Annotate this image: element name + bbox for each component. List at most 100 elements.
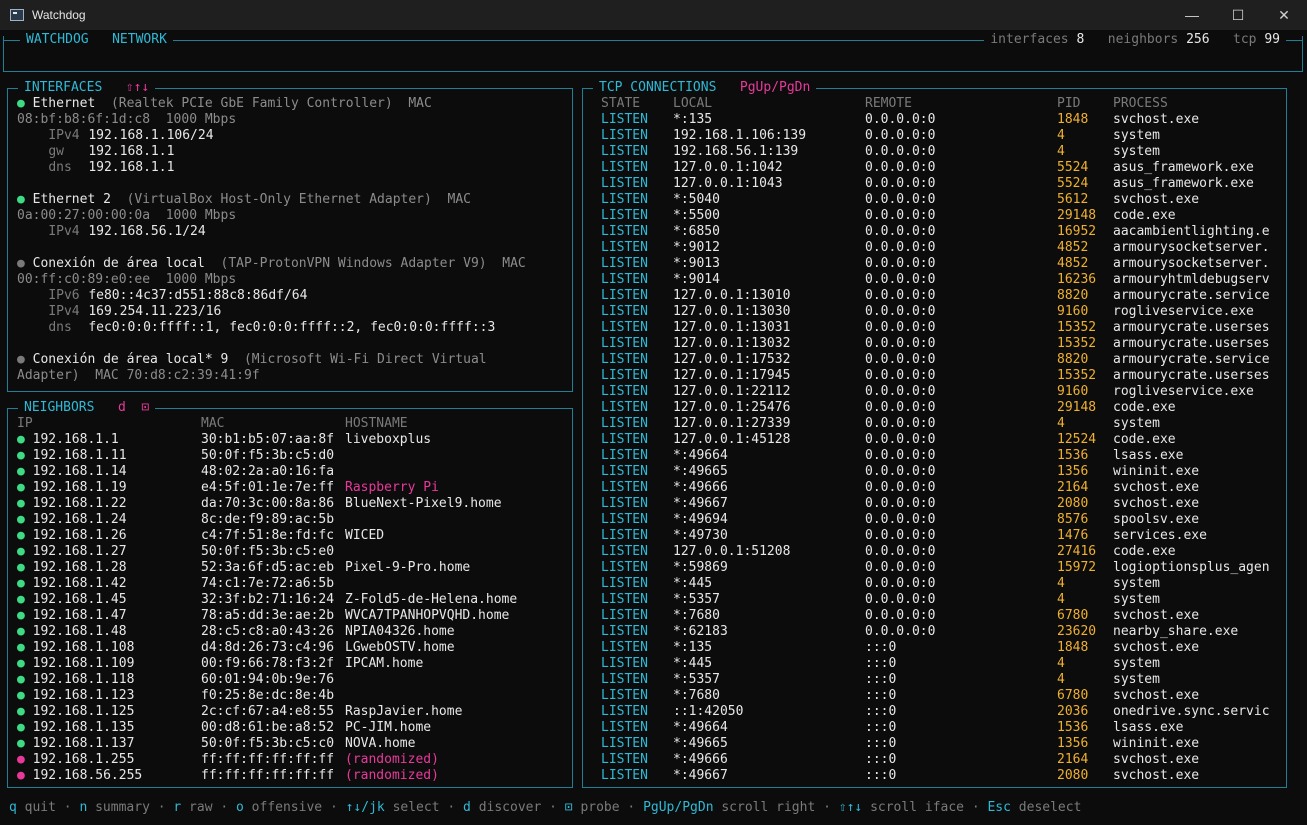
neighbor-row[interactable]: ● 192.168.1.42 74:c1:7e:72:a6:5b bbox=[17, 576, 568, 592]
tcp-row[interactable]: LISTEN *:49667:::0 2080 svchost.exe bbox=[601, 768, 1282, 784]
neighbor-row[interactable]: ● 192.168.1.47 78:a5:dd:3e:ae:2b WVCA7TPAN… bbox=[17, 608, 568, 624]
tcp-row[interactable]: LISTEN *:9012 0.0.0.0:0 4852 armourysocketse… bbox=[601, 240, 1282, 256]
tcp-process: svchost.exe bbox=[1113, 688, 1200, 703]
tcp-process: armourycrate.userses bbox=[1113, 336, 1270, 351]
neighbor-row[interactable]: ● 192.168.1.14 48:02:2a:a0:16:fa bbox=[17, 464, 568, 480]
tcp-row[interactable]: LISTEN *:7680 0.0.0.0:0 6780 svchost.exe bbox=[601, 608, 1282, 624]
tcp-row[interactable]: LISTEN 192.168.1.106:139 0.0.0.0:0 4 system bbox=[601, 128, 1282, 144]
tcp-row[interactable]: LISTEN *:49667 0.0.0.0:0 2080 svchost.exe bbox=[601, 496, 1282, 512]
minimize-button[interactable]: — bbox=[1169, 0, 1215, 30]
interfaces-panel[interactable]: INTERFACES ⇧↑↓ ● Ethernet (Realtek PCIe … bbox=[7, 80, 573, 392]
footer-key[interactable]: q bbox=[9, 800, 17, 815]
footer-key[interactable]: PgUp/PgDn bbox=[643, 800, 713, 815]
neighbor-hostname: Raspberry Pi bbox=[345, 480, 439, 495]
tcp-row[interactable]: LISTEN *:62183 0.0.0.0:0 23620 nearby_share.… bbox=[601, 624, 1282, 640]
footer-key[interactable]: Esc bbox=[987, 800, 1010, 815]
tcp-row[interactable]: LISTEN 127.0.0.1:27339 0.0.0.0:0 4 system bbox=[601, 416, 1282, 432]
tcp-row[interactable]: LISTEN *:49666:::0 2164 svchost.exe bbox=[601, 752, 1282, 768]
close-button[interactable]: ✕ bbox=[1261, 0, 1307, 30]
tcp-row[interactable]: LISTEN *:49665 0.0.0.0:0 1356 wininit.exe bbox=[601, 464, 1282, 480]
neighbor-row[interactable]: ● 192.168.1.26 c4:7f:51:8e:fd:fc WICED bbox=[17, 528, 568, 544]
interface-header[interactable]: ● Ethernet 2 (VirtualBox Host-Only Ether… bbox=[17, 192, 568, 208]
tcp-row[interactable]: LISTEN *:5500 0.0.0.0:0 29148 code.exe bbox=[601, 208, 1282, 224]
neighbor-ip: 192.168.1.108 bbox=[32, 640, 135, 655]
status-dot-icon: ● bbox=[17, 544, 25, 559]
neighbor-row[interactable]: ● 192.168.1.109 00:f9:66:78:f3:2f IPCAM.ho… bbox=[17, 656, 568, 672]
neighbor-row[interactable]: ● 192.168.1.11 50:0f:f5:3b:c5:d0 bbox=[17, 448, 568, 464]
tcp-row[interactable]: LISTEN 127.0.0.1:13031 0.0.0.0:0 15352 armou… bbox=[601, 320, 1282, 336]
neighbor-row[interactable]: ● 192.168.1.108 d4:8d:26:73:c4:96 LGwebOST… bbox=[17, 640, 568, 656]
tcp-row[interactable]: LISTEN 127.0.0.1:1042 0.0.0.0:0 5524 asus_fr… bbox=[601, 160, 1282, 176]
tcp-row[interactable]: LISTEN *:135 0.0.0.0:0 1848 svchost.exe bbox=[601, 112, 1282, 128]
tcp-row[interactable]: LISTEN *:445:::0 4 system bbox=[601, 656, 1282, 672]
neighbor-row[interactable]: ● 192.168.1.137 50:0f:f5:3b:c5:c0 NOVA.hom… bbox=[17, 736, 568, 752]
tcp-row[interactable]: LISTEN *:135:::0 1848 svchost.exe bbox=[601, 640, 1282, 656]
tcp-row[interactable]: LISTEN *:9013 0.0.0.0:0 4852 armourysocketse… bbox=[601, 256, 1282, 272]
footer-key[interactable]: ⊡ bbox=[565, 800, 573, 815]
neighbor-row[interactable]: ● 192.168.1.22 da:70:3c:00:8a:86 BlueNext-… bbox=[17, 496, 568, 512]
neighbor-row[interactable]: ● 192.168.1.19 e4:5f:01:1e:7e:ff Raspberry… bbox=[17, 480, 568, 496]
neighbor-row[interactable]: ● 192.168.1.24 8c:de:f9:89:ac:5b bbox=[17, 512, 568, 528]
footer-key[interactable]: ↑↓/jk bbox=[346, 800, 385, 815]
tcp-row[interactable]: LISTEN *:5040 0.0.0.0:0 5612 svchost.exe bbox=[601, 192, 1282, 208]
neighbor-row[interactable]: ● 192.168.56.255 ff:ff:ff:ff:ff:ff (random… bbox=[17, 768, 568, 784]
tcp-row[interactable]: LISTEN 127.0.0.1:13032 0.0.0.0:0 15352 armou… bbox=[601, 336, 1282, 352]
tcp-local: *:49664 bbox=[673, 720, 728, 735]
tcp-panel[interactable]: TCP CONNECTIONS PgUp/PgDn STATE LOCAL REMO… bbox=[582, 80, 1287, 788]
neighbor-row[interactable]: ● 192.168.1.27 50:0f:f5:3b:c5:e0 bbox=[17, 544, 568, 560]
tcp-row[interactable]: LISTEN 127.0.0.1:51208 0.0.0.0:0 27416 code.… bbox=[601, 544, 1282, 560]
neighbor-ip-cell: ● 192.168.1.118 bbox=[17, 672, 201, 688]
footer-key[interactable]: d bbox=[463, 800, 471, 815]
tcp-row[interactable]: LISTEN *:445 0.0.0.0:0 4 system bbox=[601, 576, 1282, 592]
tcp-remote: 0.0.0.0:0 bbox=[865, 336, 936, 351]
neighbors-panel[interactable]: NEIGHBORS d ⊡ IP MAC HOSTNAME ● 192.168.1.… bbox=[7, 400, 573, 788]
neighbor-row[interactable]: ● 192.168.1.123 f0:25:8e:dc:8e:4b bbox=[17, 688, 568, 704]
tcp-state: LISTEN bbox=[601, 736, 648, 751]
tcp-row[interactable]: LISTEN *:49664 0.0.0.0:0 1536 lsass.exe bbox=[601, 448, 1282, 464]
neighbor-mac: 48:02:2a:a0:16:fa bbox=[201, 464, 335, 479]
neighbor-row[interactable]: ● 192.168.1.1 30:b1:b5:07:aa:8f liveboxplu… bbox=[17, 432, 568, 448]
tcp-row[interactable]: LISTEN 127.0.0.1:17532 0.0.0.0:0 8820 armour… bbox=[601, 352, 1282, 368]
footer-key[interactable]: n bbox=[79, 800, 87, 815]
tcp-local: *:445 bbox=[673, 576, 713, 591]
footer-key[interactable]: ⇧↑↓ bbox=[839, 800, 862, 815]
tcp-row[interactable]: LISTEN 127.0.0.1:13010 0.0.0.0:0 8820 armour… bbox=[601, 288, 1282, 304]
tcp-row[interactable]: LISTEN *:49730 0.0.0.0:0 1476 services.exe bbox=[601, 528, 1282, 544]
tcp-row[interactable]: LISTEN *:49664:::0 1536 lsass.exe bbox=[601, 720, 1282, 736]
tcp-row[interactable]: LISTEN 192.168.56.1:139 0.0.0.0:0 4 system bbox=[601, 144, 1282, 160]
tcp-row[interactable]: LISTEN *:49665:::0 1356 wininit.exe bbox=[601, 736, 1282, 752]
interfaces-scroll-hint: ⇧↑↓ bbox=[125, 80, 150, 95]
tcp-remote: 0.0.0.0:0 bbox=[865, 384, 936, 399]
tcp-process: code.exe bbox=[1113, 544, 1176, 559]
tcp-row[interactable]: LISTEN *:49694 0.0.0.0:0 8576 spoolsv.exe bbox=[601, 512, 1282, 528]
neighbor-row[interactable]: ● 192.168.1.45 32:3f:b2:71:16:24 Z-Fold5-d… bbox=[17, 592, 568, 608]
tcp-row[interactable]: LISTEN 127.0.0.1:17945 0.0.0.0:0 15352 armou… bbox=[601, 368, 1282, 384]
footer-key[interactable]: o bbox=[236, 800, 244, 815]
neighbor-row[interactable]: ● 192.168.1.255 ff:ff:ff:ff:ff:ff (randomi… bbox=[17, 752, 568, 768]
interface-header[interactable]: ● Conexión de área local (TAP-ProtonVPN … bbox=[17, 256, 568, 272]
tcp-row[interactable]: LISTEN 127.0.0.1:1043 0.0.0.0:0 5524 asus_fr… bbox=[601, 176, 1282, 192]
tcp-row[interactable]: LISTEN 127.0.0.1:13030 0.0.0.0:0 9160 rogliv… bbox=[601, 304, 1282, 320]
tcp-row[interactable]: LISTEN *:7680:::0 6780 svchost.exe bbox=[601, 688, 1282, 704]
tcp-row[interactable]: LISTEN *:6850 0.0.0.0:0 16952 aacambientligh… bbox=[601, 224, 1282, 240]
tcp-row[interactable]: LISTEN *:5357 0.0.0.0:0 4 system bbox=[601, 592, 1282, 608]
tcp-row[interactable]: LISTEN::1:42050:::0 2036 onedrive.sync.ser… bbox=[601, 704, 1282, 720]
tcp-local: *:5040 bbox=[673, 192, 720, 207]
tcp-row[interactable]: LISTEN *:5357:::0 4 system bbox=[601, 672, 1282, 688]
tcp-row[interactable]: LISTEN *:59869 0.0.0.0:0 15972 logioptionspl… bbox=[601, 560, 1282, 576]
maximize-button[interactable]: ☐ bbox=[1215, 0, 1261, 30]
interface-header[interactable]: ● Ethernet (Realtek PCIe GbE Family Cont… bbox=[17, 96, 568, 112]
footer-key[interactable]: r bbox=[173, 800, 181, 815]
interface-header[interactable]: ● Conexión de área local* 9 (Microsoft W… bbox=[17, 352, 568, 368]
tcp-row[interactable]: LISTEN 127.0.0.1:45128 0.0.0.0:0 12524 code.… bbox=[601, 432, 1282, 448]
tcp-row[interactable]: LISTEN 127.0.0.1:22112 0.0.0.0:0 9160 rogliv… bbox=[601, 384, 1282, 400]
tcp-row[interactable]: LISTEN *:49666 0.0.0.0:0 2164 svchost.exe bbox=[601, 480, 1282, 496]
neighbor-row[interactable]: ● 192.168.1.118 60:01:94:0b:9e:76 bbox=[17, 672, 568, 688]
neighbor-row[interactable]: ● 192.168.1.28 52:3a:6f:d5:ac:eb Pixel-9-P… bbox=[17, 560, 568, 576]
tcp-row[interactable]: LISTEN *:9014 0.0.0.0:0 16236 armouryhtmldeb… bbox=[601, 272, 1282, 288]
neighbor-row[interactable]: ● 192.168.1.125 2c:cf:67:a4:e8:55 RaspJavi… bbox=[17, 704, 568, 720]
tcp-row[interactable]: LISTEN 127.0.0.1:25476 0.0.0.0:0 29148 code.… bbox=[601, 400, 1282, 416]
neighbor-ip-cell: ● 192.168.1.14 bbox=[17, 464, 201, 480]
neighbor-row[interactable]: ● 192.168.1.135 00:d8:61:be:a8:52 PC-JIM.h… bbox=[17, 720, 568, 736]
neighbor-row[interactable]: ● 192.168.1.48 28:c5:c8:a0:43:26 NPIA04326… bbox=[17, 624, 568, 640]
